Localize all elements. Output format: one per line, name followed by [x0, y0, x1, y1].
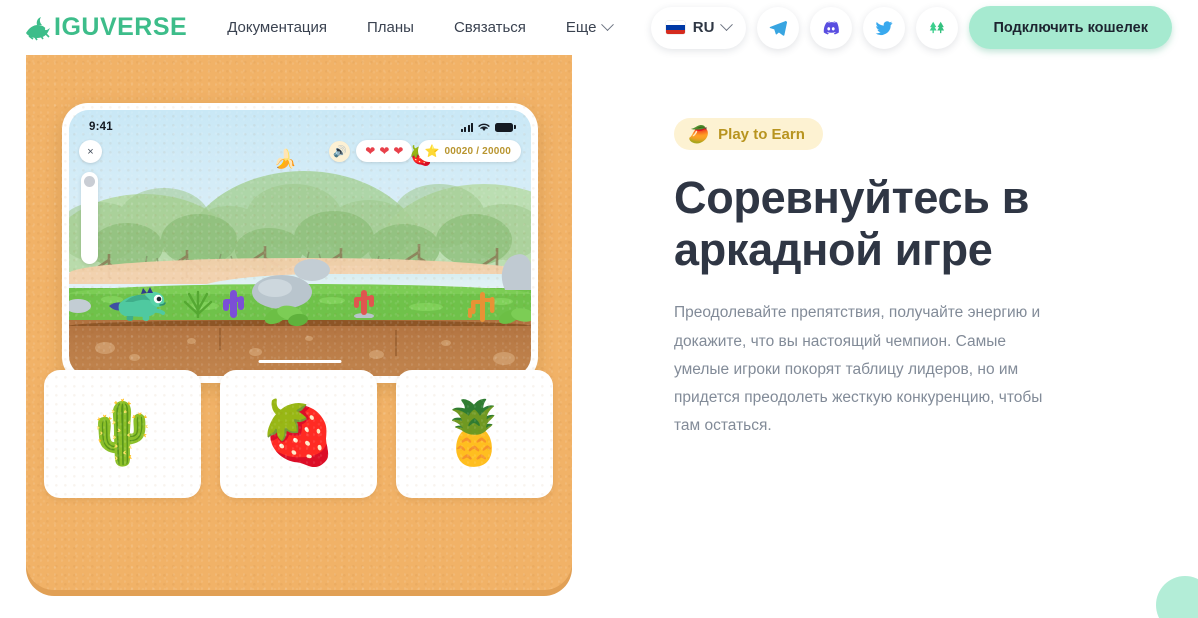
cactus-purple — [223, 290, 244, 318]
card-pineapple[interactable]: 🍍 — [396, 370, 553, 498]
status-time: 9:41 — [89, 121, 113, 133]
play-to-earn-badge: 🥭 Play to Earn — [674, 118, 823, 150]
energy-knob — [84, 176, 95, 187]
cactus-orange — [468, 292, 495, 322]
energy-meter — [81, 172, 98, 264]
battery-icon — [495, 122, 516, 132]
header-actions: RU Подключить кошелек — [650, 6, 1172, 49]
chevron-down-icon — [720, 18, 734, 32]
lives-indicator: ❤ ❤ ❤ — [356, 140, 413, 162]
page-root: IGUVERSE Документация Планы Связаться Ещ… — [0, 0, 1198, 618]
card-cactus[interactable]: 🌵 — [44, 370, 201, 498]
score-badge: ⭐ 00020 / 20000 — [418, 140, 521, 162]
telegram-icon[interactable] — [757, 6, 800, 49]
game-hud: × 🔊 ❤ ❤ ❤ ⭐ 00020 / 20000 — [69, 140, 531, 166]
cactus-red — [354, 290, 374, 318]
mango-icon: 🥭 — [688, 124, 710, 144]
discord-icon[interactable] — [810, 6, 853, 49]
nav-label: Планы — [367, 19, 414, 36]
heart-icon: ❤ — [393, 144, 404, 158]
leaf-bush — [499, 308, 531, 324]
iguana-icon — [24, 15, 58, 41]
main-nav: Документация Планы Связаться Еще — [227, 18, 615, 36]
sound-icon[interactable]: 🔊 — [329, 140, 351, 162]
phone-mockup: 🍌 🍓 — [62, 103, 538, 383]
status-icons — [460, 122, 516, 132]
nav-item-documentation[interactable]: Документация — [227, 19, 327, 36]
hero-orange-panel: 🍌 🍓 — [26, 55, 572, 590]
language-selector[interactable]: RU — [650, 6, 747, 49]
heart-icon: ❤ — [365, 144, 376, 158]
leaf-bush — [264, 305, 308, 327]
support-bubble[interactable] — [1156, 576, 1198, 618]
nav-item-plans[interactable]: Планы — [367, 19, 414, 36]
home-indicator — [258, 359, 342, 363]
trees-icon[interactable] — [916, 6, 959, 49]
hero-content: 🥭 Play to Earn Соревнуйтесь в аркадной и… — [674, 118, 1094, 440]
iguana-character — [109, 287, 166, 321]
game-screen: 🍌 🍓 — [69, 110, 531, 376]
logo[interactable]: IGUVERSE — [24, 13, 187, 42]
page-title: Соревнуйтесь в аркадной игре — [674, 172, 1030, 276]
twitter-icon[interactable] — [863, 6, 906, 49]
star-icon: ⭐ — [424, 144, 440, 158]
hero-description: Преодолевайте препятствия, получайте эне… — [674, 304, 1043, 435]
site-header: IGUVERSE Документация Планы Связаться Ещ… — [0, 0, 1198, 55]
nav-label: Еще — [565, 19, 597, 36]
fruit-card-row: 🌵 🍓 🍍 — [44, 370, 554, 498]
logo-text: IGUVERSE — [54, 13, 188, 41]
score-value: 00020 / 20000 — [444, 145, 511, 157]
nav-label: Документация — [227, 19, 328, 36]
nav-item-contact[interactable]: Связаться — [454, 19, 526, 36]
badge-label: Play to Earn — [718, 125, 805, 143]
heart-icon: ❤ — [379, 144, 390, 158]
card-strawberry[interactable]: 🍓 — [220, 370, 377, 498]
chevron-down-icon — [601, 18, 615, 32]
signal-icon — [460, 122, 473, 132]
nav-item-more[interactable]: Еще — [565, 18, 615, 36]
connect-wallet-button[interactable]: Подключить кошелек — [969, 6, 1172, 49]
language-code: RU — [692, 19, 715, 36]
phone-status-bar: 9:41 — [69, 110, 531, 138]
russia-flag-icon — [665, 21, 685, 34]
wifi-icon — [478, 123, 490, 131]
close-icon[interactable]: × — [79, 140, 102, 163]
nav-label: Связаться — [453, 19, 526, 36]
grass-tuft — [183, 290, 213, 318]
hud-right-group: 🔊 ❤ ❤ ❤ ⭐ 00020 / 20000 — [329, 140, 521, 162]
